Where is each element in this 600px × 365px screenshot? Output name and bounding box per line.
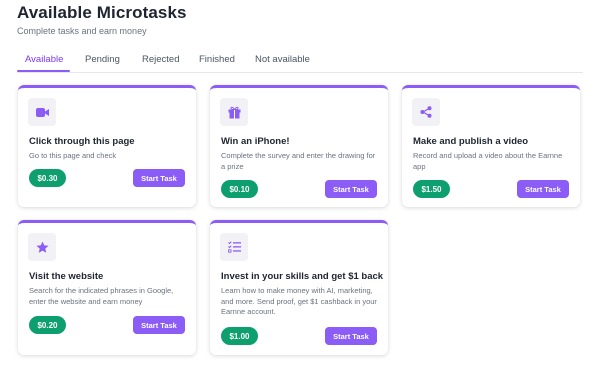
page-subtitle: Complete tasks and earn money (17, 26, 147, 36)
task-description: Go to this page and check (29, 151, 117, 160)
tab-pending[interactable]: Pending (85, 54, 120, 65)
page-title: Available Microtasks (17, 3, 187, 22)
video-camera-icon (28, 98, 56, 126)
start-task-button[interactable]: Start Task (325, 180, 377, 198)
gift-icon (220, 98, 248, 126)
reward-badge: $1.50 (413, 180, 450, 198)
start-task-button[interactable]: Start Task (517, 180, 569, 198)
reward-badge: $0.10 (221, 180, 258, 198)
active-tab-indicator (17, 70, 70, 72)
tab-available[interactable]: Available (25, 54, 63, 65)
checklist-icon (220, 233, 248, 261)
task-title: Invest in your skills and get $1 back (221, 271, 384, 282)
task-card: Make and publish a video Record and uplo… (402, 85, 580, 207)
task-title: Visit the website (29, 271, 104, 282)
start-task-button[interactable]: Start Task (325, 327, 377, 345)
task-description: Learn how to make money with AI, marketi… (221, 286, 377, 316)
reward-badge: $1.00 (221, 327, 258, 345)
tab-rejected[interactable]: Rejected (142, 54, 180, 65)
tab-bar: Available Pending Rejected Finished Not … (17, 46, 583, 73)
task-title: Win an iPhone! (221, 136, 290, 147)
task-title: Make and publish a video (413, 136, 529, 147)
task-card: Click through this page Go to this page … (18, 85, 196, 207)
reward-badge: $0.30 (29, 169, 66, 187)
reward-badge: $0.20 (29, 316, 66, 334)
tab-finished[interactable]: Finished (199, 54, 235, 65)
task-card: Win an iPhone! Complete the survey and e… (210, 85, 388, 207)
task-description: Search for the indicated phrases in Goog… (29, 286, 174, 306)
tab-not-available[interactable]: Not available (255, 54, 310, 65)
share-icon (412, 98, 440, 126)
start-task-button[interactable]: Start Task (133, 316, 185, 334)
task-title: Click through this page (29, 136, 135, 147)
task-card: Visit the website Search for the indicat… (18, 220, 196, 355)
start-task-button[interactable]: Start Task (133, 169, 185, 187)
task-description: Record and upload a video about the Earn… (413, 151, 563, 171)
task-card: Invest in your skills and get $1 back Le… (210, 220, 388, 355)
star-icon (28, 233, 56, 261)
task-description: Complete the survey and enter the drawin… (221, 151, 376, 171)
